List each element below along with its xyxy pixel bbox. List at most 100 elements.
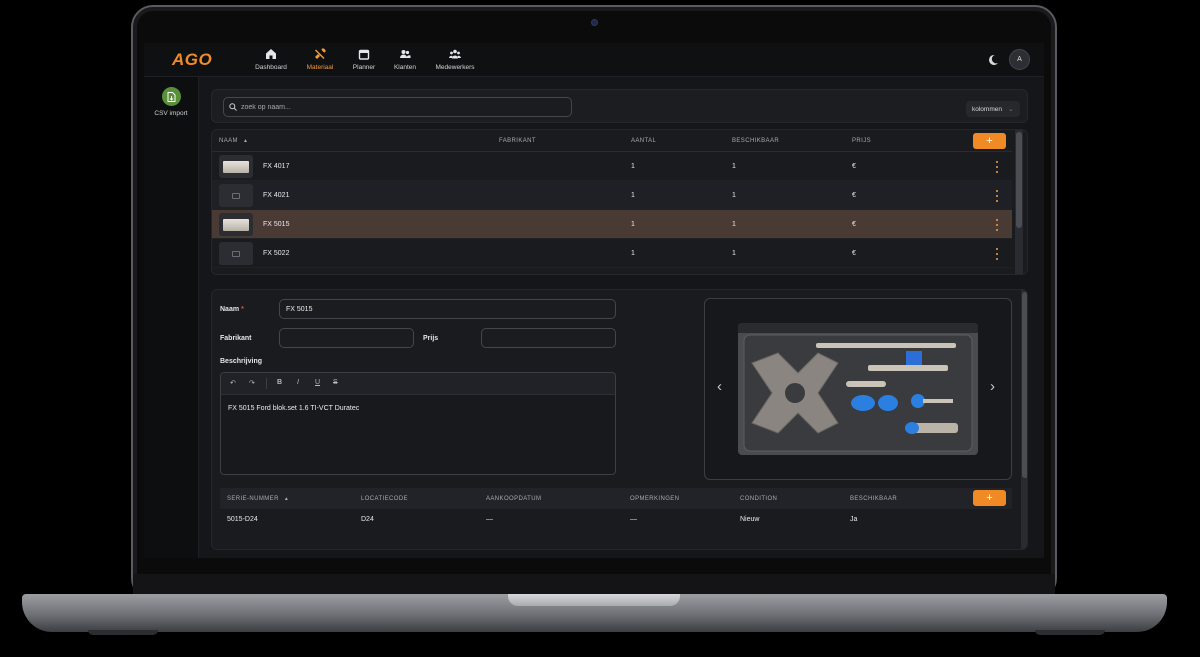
column-header-beschikbaar[interactable]: BESCHIKBAAR <box>850 496 897 502</box>
cell-naam: FX 4017 <box>263 163 290 170</box>
table-row[interactable]: FX 5022 1 1 € <box>212 239 1012 268</box>
column-header-serie-nummer[interactable]: SERIE-NUMMER ▲ <box>227 496 289 502</box>
undo-icon[interactable]: ↶ <box>230 379 236 387</box>
nav-item-medewerkers[interactable]: Medewerkers <box>425 48 485 71</box>
calendar-icon <box>358 49 370 60</box>
column-header-condition[interactable]: CONDITION <box>740 496 777 502</box>
nav-label: Planner <box>352 64 376 71</box>
naam-label: Naam * <box>220 306 244 313</box>
cell-prijs: € <box>852 192 856 199</box>
nav-label: Dashboard <box>255 64 287 71</box>
sidebar: CSV import <box>144 77 199 558</box>
more-options-icon[interactable] <box>995 190 999 202</box>
bold-button[interactable]: B <box>277 379 282 386</box>
csv-import-label: CSV import <box>154 110 188 117</box>
cell-beschikbaar: Ja <box>850 516 858 523</box>
top-navigation: AGO Dashboard Materiaal Planner Klanten … <box>144 43 1044 77</box>
user-avatar[interactable]: A <box>1009 49 1030 70</box>
search-toolbar: kolommen ⌄ <box>211 89 1028 123</box>
more-options-icon[interactable] <box>995 161 999 173</box>
cell-prijs: € <box>852 163 856 170</box>
search-field[interactable] <box>223 97 572 117</box>
column-header-aankoopdatum[interactable]: AANKOOPDATUM <box>486 496 541 502</box>
fabrikant-label: Fabrikant <box>220 335 252 342</box>
cell-naam: FX 4021 <box>263 192 290 199</box>
cell-prijs: € <box>852 221 856 228</box>
cell-aantal: 1 <box>631 192 635 199</box>
column-header-locatiecode[interactable]: LOCATIECODE <box>361 496 408 502</box>
sort-asc-icon: ▲ <box>283 496 290 502</box>
tools-icon <box>315 48 326 59</box>
chevron-right-icon[interactable]: › <box>990 379 995 394</box>
app-screen: AGO Dashboard Materiaal Planner Klanten … <box>144 43 1044 558</box>
cell-aantal: 1 <box>631 163 635 170</box>
column-header-beschikbaar[interactable]: BESCHIKBAAR <box>732 138 779 144</box>
item-thumbnail <box>219 213 253 236</box>
laptop-foot <box>1035 630 1105 635</box>
scrollbar-thumb[interactable] <box>1022 292 1027 478</box>
column-header-prijs[interactable]: PRIJS <box>852 138 871 144</box>
image-carousel: ‹ › <box>704 298 1012 480</box>
cell-aantal: 1 <box>631 221 635 228</box>
naam-field[interactable]: FX 5015 <box>279 299 616 319</box>
app-logo: AGO <box>172 50 213 69</box>
panel-scrollbar[interactable] <box>1021 290 1027 549</box>
columns-dropdown[interactable]: kolommen ⌄ <box>966 101 1020 117</box>
table-header: NAAM ▲ FABRIKANT AANTAL BESCHIKBAAR PRIJ… <box>212 130 1012 152</box>
add-item-button[interactable]: + <box>973 133 1006 149</box>
search-icon <box>229 103 237 111</box>
team-icon <box>449 49 461 59</box>
cell-beschikbaar: 1 <box>732 163 736 170</box>
rich-text-editor[interactable]: ↶ ↷ B I U S FX 5015 Ford blok.set 1.6 TI… <box>220 372 616 475</box>
cell-locatiecode: D24 <box>361 516 374 523</box>
table-row-selected[interactable]: FX 5015 1 1 € <box>212 210 1012 239</box>
cell-opmerkingen: — <box>630 516 637 523</box>
chevron-left-icon[interactable]: ‹ <box>717 379 722 394</box>
more-options-icon[interactable] <box>995 248 999 260</box>
cell-aankoopdatum: — <box>486 516 493 523</box>
table-row[interactable]: FX 4021 1 1 € <box>212 181 1012 210</box>
chevron-down-icon: ⌄ <box>1007 106 1014 113</box>
csv-import-button[interactable]: CSV import <box>152 87 190 117</box>
moon-icon[interactable] <box>987 54 999 66</box>
underline-button[interactable]: U <box>315 379 320 386</box>
cell-beschikbaar: 1 <box>732 221 736 228</box>
home-icon <box>266 49 276 59</box>
prijs-field[interactable] <box>481 328 616 348</box>
column-header-aantal[interactable]: AANTAL <box>631 138 656 144</box>
column-header-naam[interactable]: NAAM ▲ <box>219 138 248 144</box>
cell-naam: FX 5022 <box>263 250 290 257</box>
cell-prijs: € <box>852 250 856 257</box>
table-row[interactable]: FX 4017 1 1 € <box>212 152 1012 181</box>
sort-asc-icon: ▲ <box>243 138 249 144</box>
more-options-icon[interactable] <box>995 219 999 231</box>
laptop-chin <box>133 574 1055 596</box>
cell-naam: FX 5015 <box>263 221 290 228</box>
fabrikant-field[interactable] <box>279 328 414 348</box>
scrollbar-thumb[interactable] <box>1016 132 1022 228</box>
column-header-opmerkingen[interactable]: OPMERKINGEN <box>630 496 679 502</box>
materiaal-table: NAAM ▲ FABRIKANT AANTAL BESCHIKBAAR PRIJ… <box>211 129 1028 275</box>
image-placeholder-icon <box>219 184 253 207</box>
italic-button[interactable]: I <box>297 379 299 386</box>
file-import-icon <box>161 87 181 106</box>
description-text[interactable]: FX 5015 Ford blok.set 1.6 TI-VCT Duratec <box>228 405 359 412</box>
add-serial-button[interactable]: + <box>973 490 1006 506</box>
webcam <box>591 19 598 26</box>
product-photo <box>738 323 978 455</box>
cell-beschikbaar: 1 <box>732 250 736 257</box>
laptop-foot <box>88 630 158 635</box>
prijs-label: Prijs <box>423 335 439 342</box>
cell-serie-nummer: 5015-D24 <box>227 516 258 523</box>
columns-label: kolommen <box>972 105 1002 113</box>
table-scrollbar[interactable] <box>1015 130 1023 274</box>
column-header-fabrikant[interactable]: FABRIKANT <box>499 138 536 144</box>
toolbar-divider <box>266 378 267 389</box>
strikethrough-button[interactable]: S <box>333 379 338 386</box>
serial-table-row[interactable]: 5015-D24 D24 — — Nieuw Ja <box>220 509 1012 531</box>
redo-icon[interactable]: ↷ <box>249 379 255 387</box>
nav-label: Materiaal <box>306 64 334 71</box>
search-input[interactable] <box>241 103 561 111</box>
users-icon <box>400 50 411 58</box>
item-detail-panel: Naam * FX 5015 Fabrikant Prijs Beschrijvi… <box>211 289 1028 550</box>
